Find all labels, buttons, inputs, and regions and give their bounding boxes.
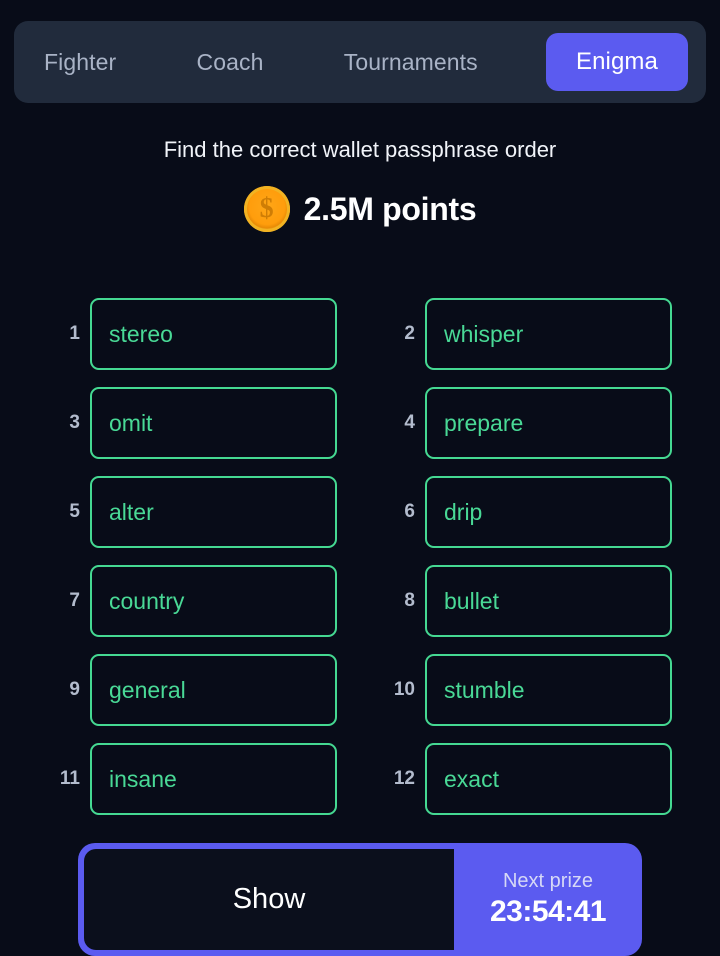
word-label: general [109, 676, 186, 703]
word-slot-8[interactable]: bullet [425, 565, 672, 637]
word-slot-10[interactable]: stumble [425, 654, 672, 726]
word-index: 3 [69, 412, 80, 433]
word-index: 2 [404, 323, 415, 344]
word-label: bullet [444, 587, 499, 614]
word-index: 1 [69, 323, 80, 344]
word-index: 8 [404, 590, 415, 611]
word-index: 12 [393, 768, 415, 789]
word-index: 10 [393, 679, 415, 700]
list-item: 3 omit [48, 387, 337, 459]
list-item: 7 country [48, 565, 337, 637]
show-button[interactable]: Show [84, 849, 454, 950]
list-item: 4 prepare [383, 387, 672, 459]
tab-enigma[interactable]: Enigma [546, 33, 688, 91]
enigma-screen: Fighter Coach Tournaments Enigma Find th… [0, 0, 720, 956]
list-item: 5 alter [48, 476, 337, 548]
show-button-label: Show [232, 883, 306, 915]
word-label: insane [109, 765, 177, 792]
coin-dollar-icon: $ [243, 186, 290, 232]
word-slot-2[interactable]: whisper [425, 298, 672, 370]
list-item: 12 exact [383, 743, 672, 815]
bottom-action-bar: Show Next prize 23:54:41 [78, 843, 642, 956]
word-label: alter [109, 498, 154, 525]
word-label: country [109, 587, 185, 614]
word-index: 9 [69, 679, 80, 700]
word-label: stereo [109, 320, 173, 347]
word-label: stumble [444, 676, 525, 703]
word-index: 6 [404, 501, 415, 522]
word-slot-5[interactable]: alter [90, 476, 337, 548]
word-index: 5 [69, 501, 80, 522]
next-prize-countdown: 23:54:41 [489, 895, 607, 928]
word-index: 4 [404, 412, 415, 433]
next-prize-label: Next prize [502, 870, 594, 892]
list-item: 1 stereo [48, 298, 337, 370]
points-value: 2.5M points [303, 190, 477, 227]
word-label: whisper [444, 320, 524, 347]
list-item: 9 general [48, 654, 337, 726]
tab-tournaments[interactable]: Tournaments [332, 43, 490, 82]
list-item: 8 bullet [383, 565, 672, 637]
list-item: 10 stumble [383, 654, 672, 726]
word-slot-12[interactable]: exact [425, 743, 672, 815]
word-slot-7[interactable]: country [90, 565, 337, 637]
list-item: 11 insane [48, 743, 337, 815]
points-row: $ 2.5M points [0, 186, 720, 232]
word-slot-11[interactable]: insane [90, 743, 337, 815]
list-item: 6 drip [383, 476, 672, 548]
word-index: 11 [59, 768, 80, 789]
list-item: 2 whisper [383, 298, 672, 370]
word-label: omit [109, 409, 153, 436]
word-label: drip [444, 498, 483, 525]
tab-coach[interactable]: Coach [185, 43, 276, 82]
tab-fighter[interactable]: Fighter [32, 43, 128, 82]
word-slot-3[interactable]: omit [90, 387, 337, 459]
main-tab-bar: Fighter Coach Tournaments Enigma [14, 21, 706, 103]
word-slot-4[interactable]: prepare [425, 387, 672, 459]
word-slot-6[interactable]: drip [425, 476, 672, 548]
coin-dollar-glyph: $ [259, 193, 274, 224]
next-prize-panel: Next prize 23:54:41 [454, 843, 642, 956]
word-slot-9[interactable]: general [90, 654, 337, 726]
passphrase-grid: 1 stereo 2 whisper 3 omit 4 prepare 5 al… [48, 298, 672, 815]
word-slot-1[interactable]: stereo [90, 298, 337, 370]
word-index: 7 [69, 590, 80, 611]
page-subtitle: Find the correct wallet passphrase order [163, 137, 557, 162]
word-label: prepare [444, 409, 524, 436]
word-label: exact [444, 765, 499, 792]
